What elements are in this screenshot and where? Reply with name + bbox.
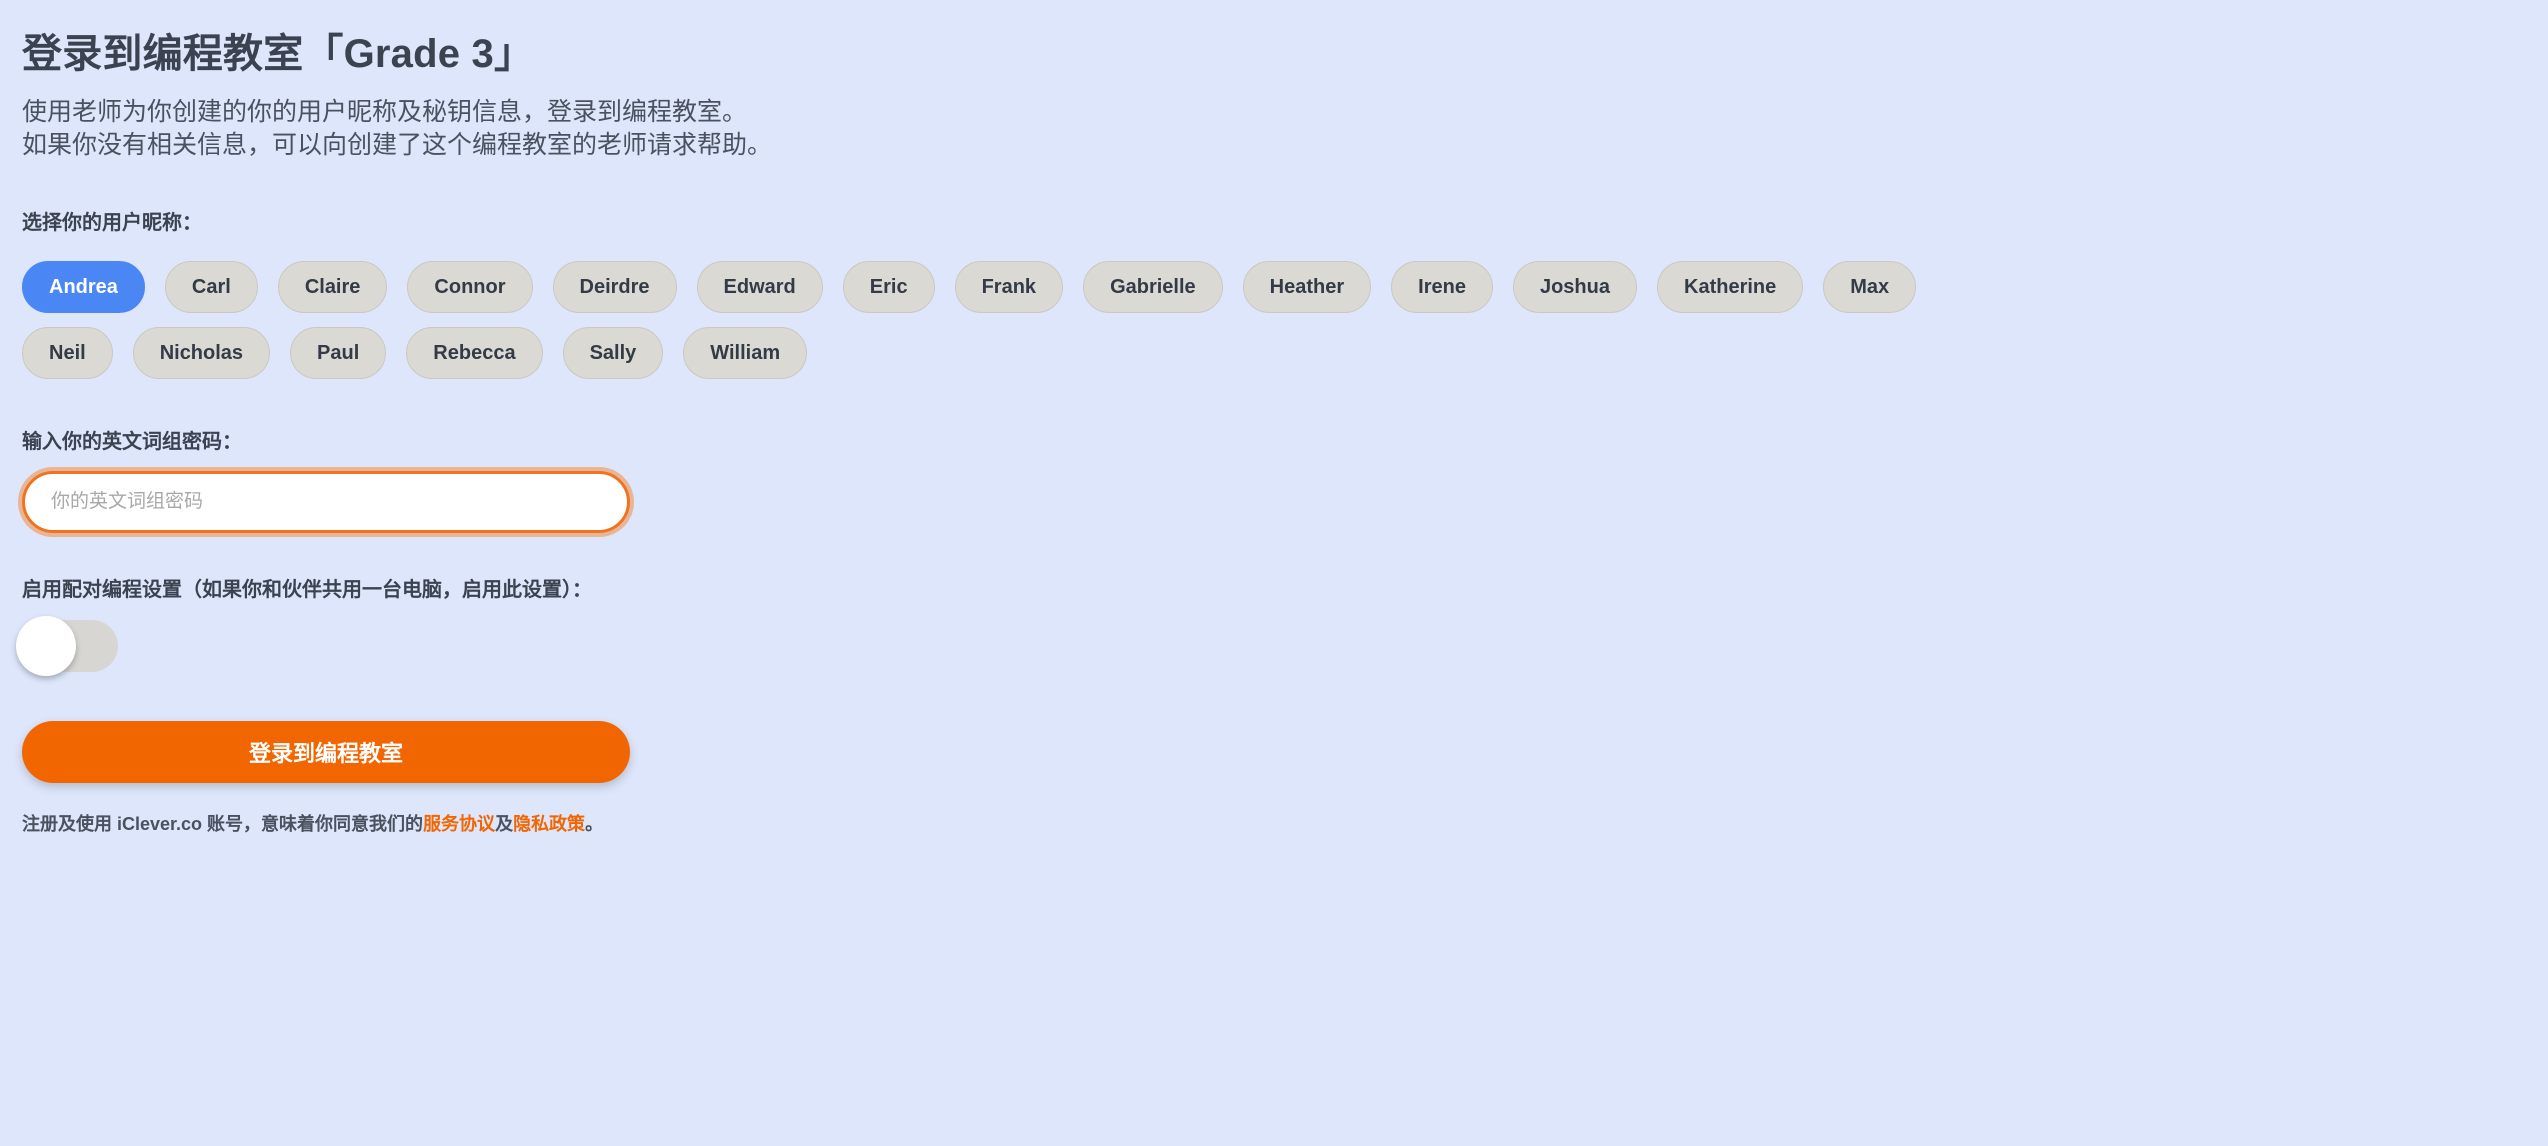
username-chip[interactable]: Claire (277, 261, 388, 313)
username-chip[interactable]: Neil (22, 327, 113, 379)
username-chip[interactable]: Irene (1391, 261, 1493, 313)
username-chip[interactable]: Heather (1242, 261, 1372, 313)
footer-separator: 及 (495, 814, 514, 834)
username-chip[interactable]: Deirdre (552, 261, 677, 313)
login-button[interactable]: 登录到编程教室 (22, 721, 630, 783)
username-chip-list: Andrea Carl Claire Connor Deirdre Edward Eric F… (22, 236, 2548, 386)
intro-line-2: 如果你没有相关信息，可以向创建了这个编程教室的老师请求帮助。 (22, 131, 773, 159)
pair-programming-toggle-wrap (16, 603, 2548, 676)
footer-legal-text: 注册及使用 iClever.co 账号，意味着你同意我们的服务协议及隐私政策。 (22, 783, 2548, 836)
username-chip[interactable]: Max (1823, 261, 1917, 313)
page-title: 登录到编程教室「Grade 3」 (22, 32, 535, 76)
password-section-label: 输入你的英文词组密码： (22, 431, 242, 453)
privacy-policy-link[interactable]: 隐私政策 (513, 814, 585, 834)
username-chip[interactable]: Frank (954, 261, 1064, 313)
username-chip[interactable]: Andrea (22, 261, 145, 313)
submit-wrap: 登录到编程教室 (22, 672, 2548, 783)
username-chip[interactable]: Sally (562, 327, 664, 379)
username-chip-row-1: Andrea Carl Claire Connor Deirdre Edward Eric F… (22, 254, 2548, 320)
username-chip[interactable]: Joshua (1512, 261, 1637, 313)
login-page: 登录到编程教室「Grade 3」 使用老师为你创建的你的用户昵称及秘钥信息，登录… (0, 0, 2548, 1146)
username-chip[interactable]: Carl (164, 261, 258, 313)
intro-paragraph: 使用老师为你创建的你的用户昵称及秘钥信息，登录到编程教室。 如果你没有相关信息，… (22, 78, 2548, 162)
username-chip[interactable]: Rebecca (406, 327, 543, 379)
username-chip[interactable]: Eric (842, 261, 935, 313)
pair-programming-toggle[interactable] (16, 616, 118, 676)
username-chip-row-2: Neil Nicholas Paul Rebecca Sally William (22, 320, 2548, 386)
username-chip[interactable]: Nicholas (132, 327, 271, 379)
username-chip[interactable]: Connor (407, 261, 533, 313)
username-chip[interactable]: Katherine (1657, 261, 1804, 313)
footer-text-after: 。 (585, 814, 604, 834)
username-chip[interactable]: William (683, 327, 808, 379)
footer-text-before: 注册及使用 iClever.co 账号，意味着你同意我们的 (22, 814, 424, 834)
terms-of-service-link[interactable]: 服务协议 (423, 814, 495, 834)
toggle-knob[interactable] (16, 616, 76, 676)
username-chip[interactable]: Edward (696, 261, 823, 313)
username-chip[interactable]: Gabrielle (1083, 261, 1223, 313)
username-section-label: 选择你的用户昵称： (22, 212, 202, 234)
password-input[interactable] (22, 471, 630, 533)
password-input-wrap (22, 455, 2548, 533)
username-chip[interactable]: Paul (290, 327, 387, 379)
intro-line-1: 使用老师为你创建的你的用户昵称及秘钥信息，登录到编程教室。 (22, 98, 748, 126)
pair-programming-label: 启用配对编程设置（如果你和伙伴共用一台电脑，启用此设置）： (22, 579, 592, 601)
